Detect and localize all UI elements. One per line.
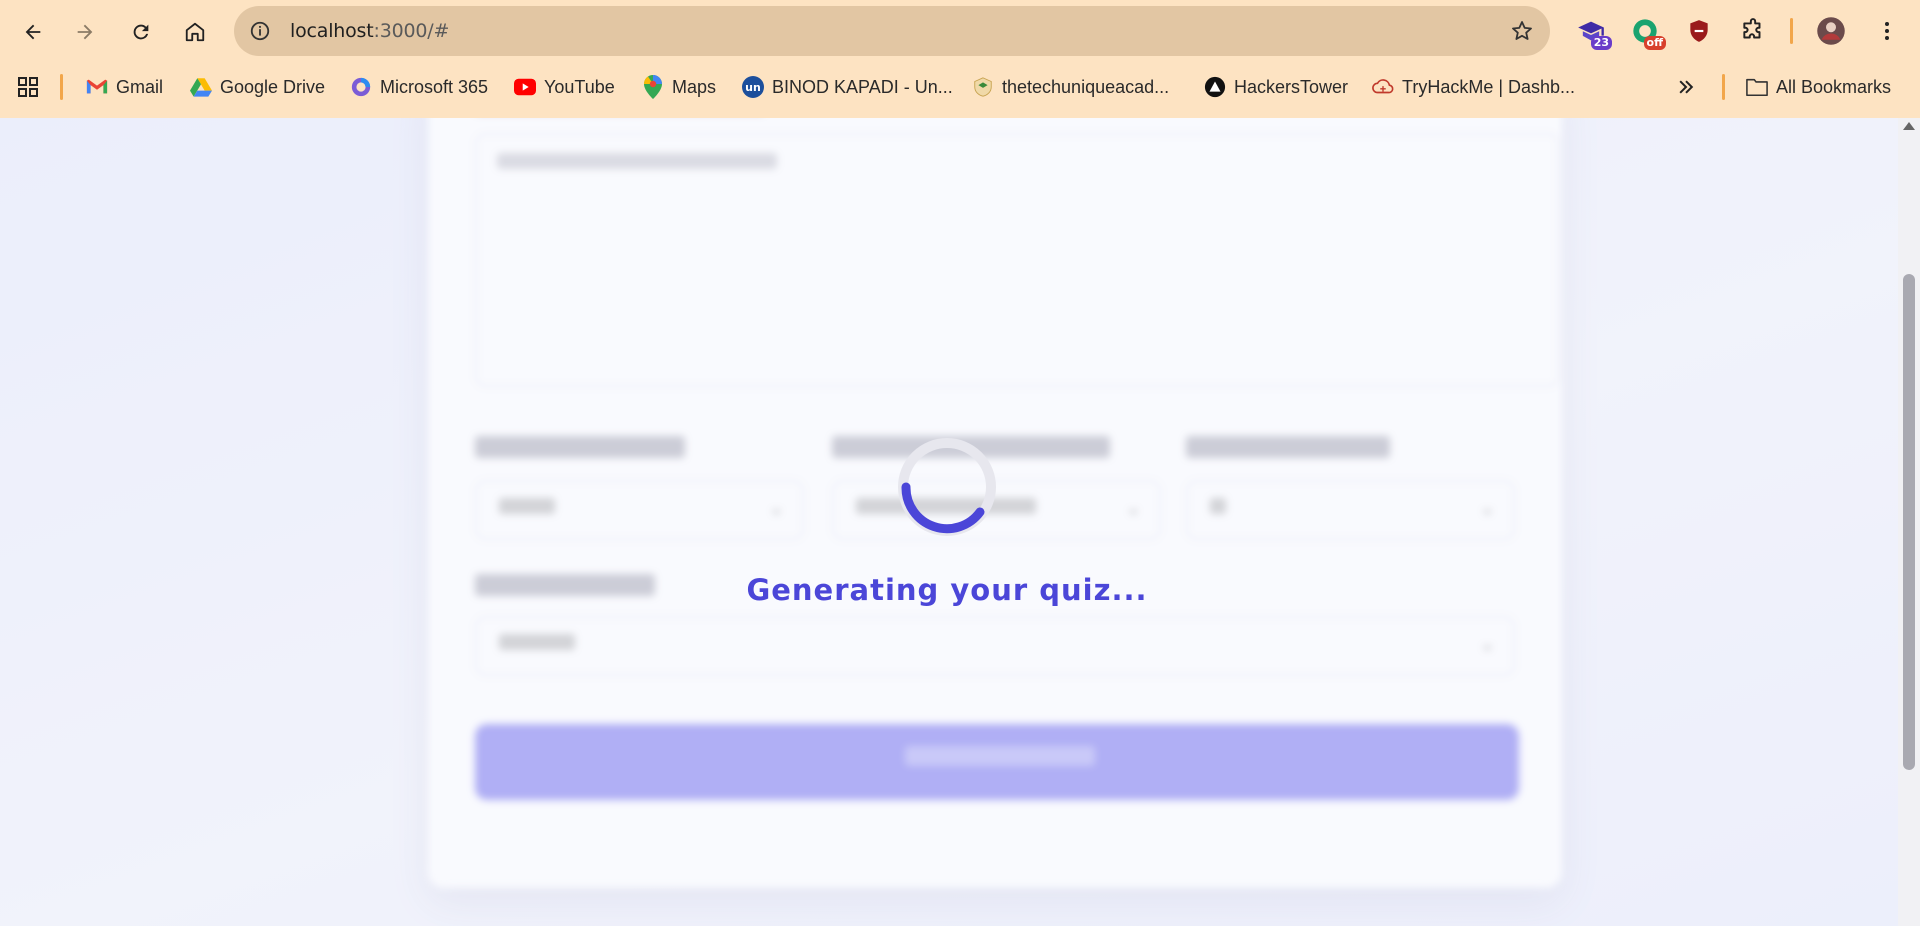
bookmark-youtube[interactable]: YouTube [514, 74, 615, 100]
reload-button[interactable] [122, 13, 160, 51]
loading-overlay: Generating your quiz... [0, 118, 1920, 926]
bookmarks-separator [1722, 74, 1725, 100]
bookmarks-separator [60, 74, 63, 100]
more-bookmarks-chevron-icon[interactable] [1676, 74, 1696, 100]
bookmark-star-icon[interactable] [1508, 17, 1536, 45]
browser-toolbar: localhost:3000/# 23 off [0, 0, 1920, 62]
url-host: localhost [290, 20, 374, 42]
page-scrollbar[interactable] [1898, 118, 1920, 926]
graduation-extension-icon[interactable]: 23 [1574, 14, 1612, 50]
bookmark-maps[interactable]: Maps [642, 74, 716, 100]
academy-icon [972, 76, 994, 98]
bookmark-tryhackme[interactable]: TryHackMe | Dashb... [1372, 74, 1575, 100]
scroll-up-arrow-icon[interactable] [1903, 122, 1915, 130]
extensions-puzzle-icon[interactable] [1736, 14, 1770, 48]
bookmark-label: Gmail [116, 76, 164, 97]
url-path: :3000/# [373, 20, 450, 42]
bookmark-thetechuniqueacad[interactable]: thetechuniqueacad... [972, 74, 1169, 100]
bookmark-label: HackersTower [1234, 76, 1349, 97]
page-viewport: ⌄ ⌄ ⌄ ⌄ Generating your quiz... [0, 118, 1920, 926]
loading-spinner-icon [898, 438, 996, 536]
url-text[interactable]: localhost:3000/# [290, 20, 449, 42]
google-drive-icon [190, 76, 212, 98]
hackerstower-icon [1204, 76, 1226, 98]
reload-icon [133, 24, 149, 40]
all-bookmarks-label: All Bookmarks [1776, 76, 1892, 97]
bookmark-label: YouTube [544, 76, 615, 97]
all-bookmarks-button[interactable]: All Bookmarks [1746, 74, 1891, 100]
forward-button[interactable] [66, 13, 104, 51]
bookmark-label: Microsoft 365 [380, 76, 489, 97]
bookmark-microsoft-365[interactable]: Microsoft 365 [350, 74, 488, 100]
tryhackme-icon [1372, 76, 1394, 98]
youtube-icon [514, 76, 536, 98]
gmail-icon [86, 76, 108, 98]
maps-icon [642, 75, 664, 99]
back-button[interactable] [14, 13, 52, 51]
bookmarks-bar: Gmail Google Drive Microsoft 365 YouTube… [0, 66, 1920, 108]
shield-extension-icon[interactable] [1682, 14, 1716, 48]
toolbar-separator [1790, 18, 1793, 44]
home-icon [185, 22, 205, 42]
unstop-icon: un [742, 76, 764, 98]
bookmark-label: Google Drive [220, 76, 326, 97]
bookmark-gmail[interactable]: Gmail [86, 74, 163, 100]
extension-badge: 23 [1590, 36, 1612, 50]
svg-text:un: un [745, 81, 761, 94]
bookmark-hackerstower[interactable]: HackersTower [1204, 74, 1348, 100]
home-button[interactable] [176, 13, 214, 51]
bookmark-label: BINOD KAPADI - Un... [772, 76, 953, 97]
profile-avatar[interactable] [1814, 14, 1848, 48]
folder-icon [1746, 76, 1768, 98]
apps-grid-icon[interactable] [16, 74, 40, 100]
forward-arrow-icon [77, 24, 93, 40]
scrollbar-thumb[interactable] [1903, 274, 1915, 770]
extension-badge: off [1643, 36, 1666, 50]
bookmark-label: thetechuniqueacad... [1002, 76, 1170, 97]
site-info-icon[interactable] [246, 17, 274, 45]
loading-message: Generating your quiz... [746, 573, 1148, 607]
bookmark-label: Maps [672, 76, 717, 97]
grammar-extension-icon[interactable]: off [1628, 14, 1666, 50]
bookmark-google-drive[interactable]: Google Drive [190, 74, 325, 100]
address-bar[interactable]: localhost:3000/# [234, 6, 1550, 56]
browser-chrome: localhost:3000/# 23 off Gmail Google Dri… [0, 0, 1920, 119]
bookmark-binod-kapadi[interactable]: un BINOD KAPADI - Un... [742, 74, 953, 100]
bookmark-label: TryHackMe | Dashb... [1402, 76, 1576, 97]
menu-kebab-icon[interactable] [1870, 14, 1904, 48]
microsoft-365-icon [350, 76, 372, 98]
back-arrow-icon [25, 24, 41, 40]
